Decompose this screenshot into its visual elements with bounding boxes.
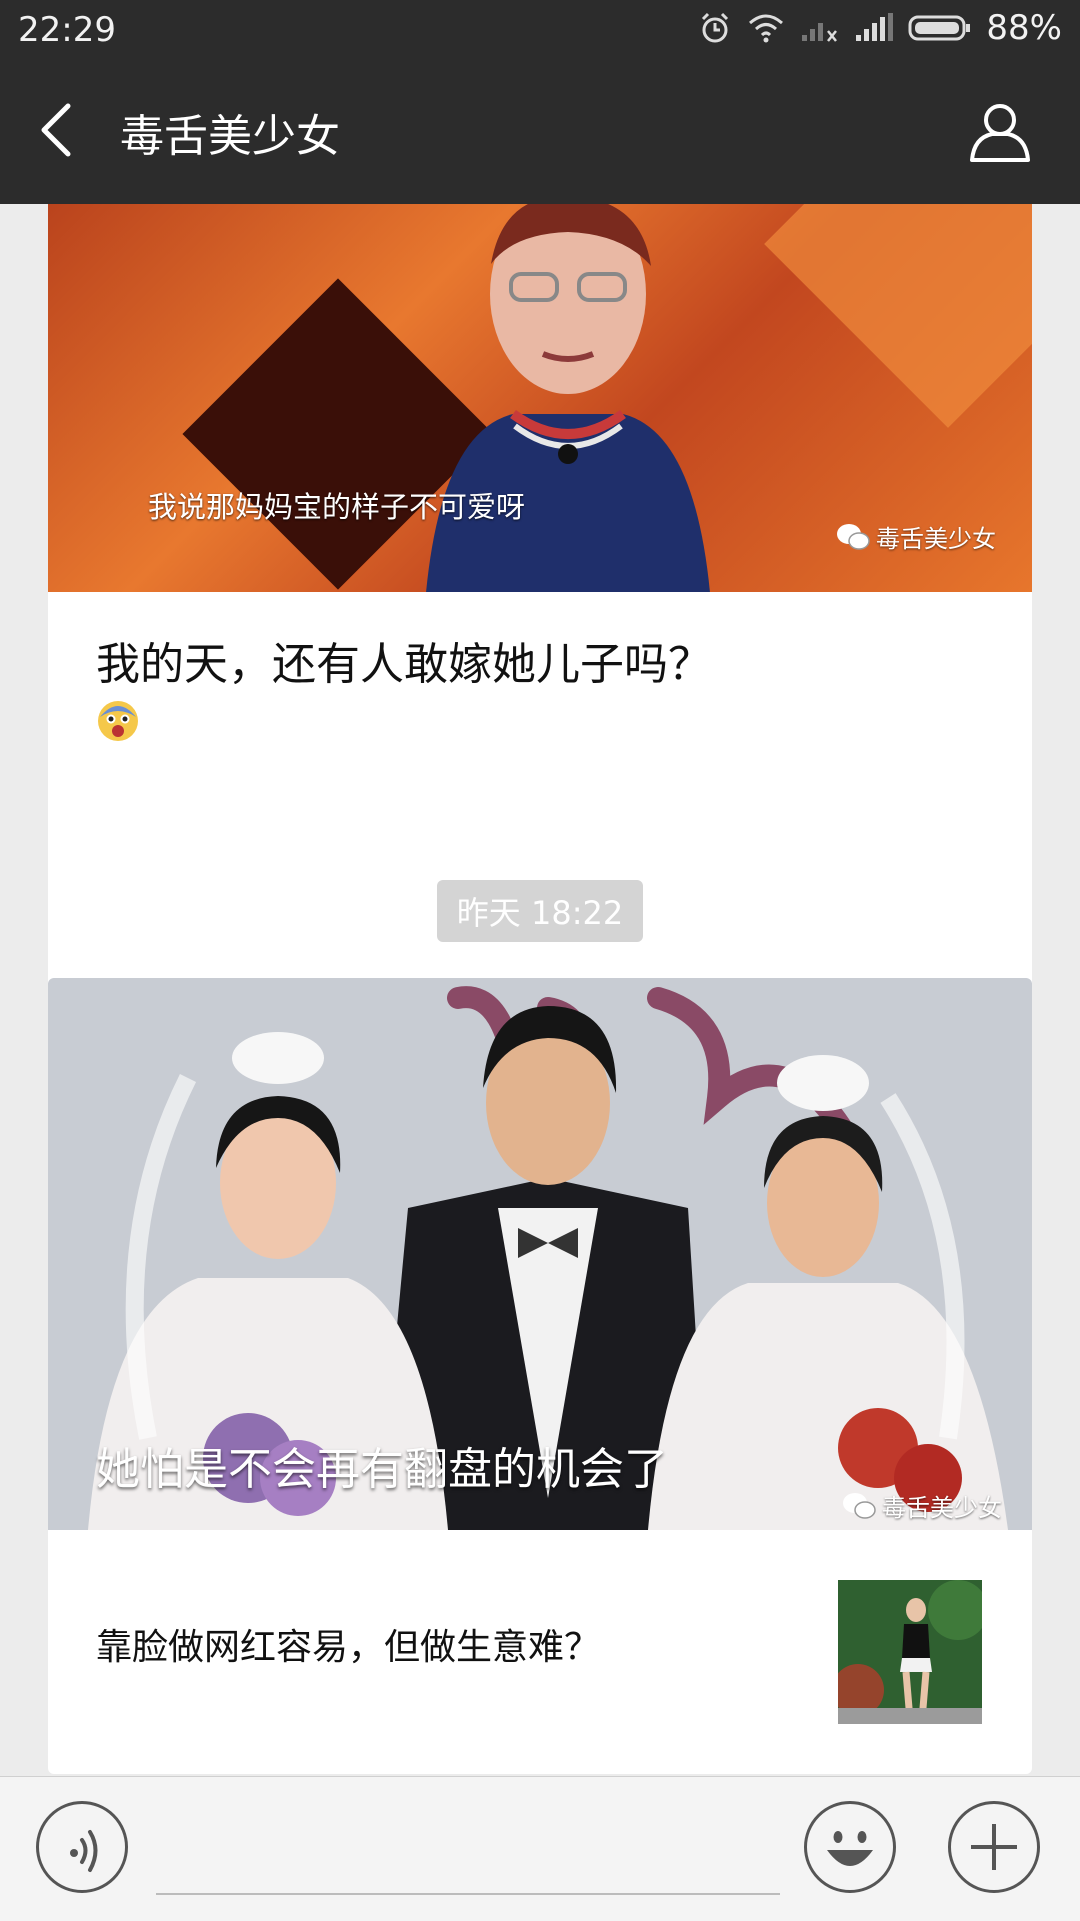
voice-icon [70,1830,98,1872]
image-background-shape [764,204,1032,428]
sub-article-thumbnail[interactable] [838,1580,982,1724]
battery-icon [908,15,971,41]
page-title: 毒舌美少女 [120,111,340,162]
article-image[interactable]: 她怕是不会再有翻盘的机会了 毒舌美少女 [48,978,1032,1530]
watermark: 毒舌美少女 [836,519,996,554]
profile-icon[interactable] [968,100,1032,164]
image-caption: 我说那妈妈宝的样子不可爱呀 [148,490,526,524]
wechat-icon [837,523,870,550]
image-caption: 她怕是不会再有翻盘的机会了 [96,1444,668,1495]
signal-icon [856,13,894,41]
back-icon[interactable] [28,100,88,160]
emoji-button[interactable] [804,1801,896,1893]
message-input[interactable] [156,1893,780,1895]
smiley-icon [827,1831,873,1866]
article-image[interactable]: 我说那妈妈宝的样子不可爱呀 毒舌美少女 [48,204,1032,592]
voice-input-button[interactable] [36,1801,128,1893]
status-bar: 22:29 88% [0,0,1080,60]
more-options-button[interactable] [948,1801,1040,1893]
article-headline[interactable]: 我的天，还有人敢嫁她儿子吗？ [96,628,712,692]
fearful-face-emoji-icon [98,701,138,741]
person-figure [426,204,710,592]
wechat-icon [843,1492,876,1519]
sub-article-title[interactable]: 靠脸做网红容易，但做生意难？ [96,1618,600,1670]
battery-percent: 88% [986,8,1062,48]
nav-bar: 毒舌美少女 [0,60,1080,204]
signal-weak-icon [802,23,838,42]
watermark: 毒舌美少女 [842,1488,1002,1523]
status-icons: 88% [698,8,1062,48]
wifi-icon [749,14,784,43]
watermark-text: 毒舌美少女 [876,525,996,553]
status-time: 22:29 [18,10,116,50]
plus-icon [971,1824,1017,1870]
message-timestamp: 昨天 18:22 [437,880,643,942]
watermark-text: 毒舌美少女 [882,1494,1002,1522]
thumbnail-image [838,1580,982,1724]
alarm-icon [702,12,729,43]
message-list[interactable]: 我说那妈妈宝的样子不可爱呀 毒舌美少女 我的天，还有人敢嫁她儿子吗？ 昨天 18… [0,204,1080,1776]
article-card[interactable]: 她怕是不会再有翻盘的机会了 毒舌美少女 靠脸做网红容易，但做生意难？ [48,978,1032,1774]
input-bar [0,1776,1080,1921]
